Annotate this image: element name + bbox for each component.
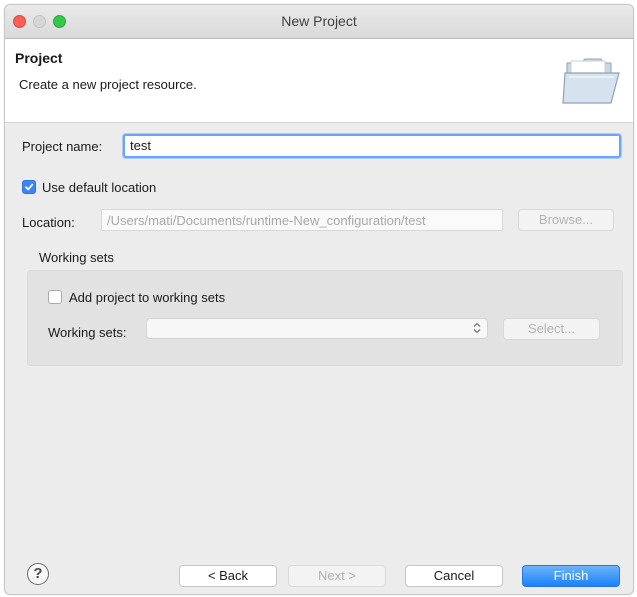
browse-button[interactable]: Browse... [518, 209, 614, 231]
project-name-input[interactable]: test [123, 134, 621, 158]
cancel-button[interactable]: Cancel [405, 565, 503, 587]
up-down-chevron-icon [473, 322, 481, 335]
add-to-working-sets-checkbox[interactable] [48, 290, 62, 304]
folder-icon [561, 51, 623, 109]
new-project-dialog: New Project Project Create a new project… [4, 4, 634, 595]
add-to-working-sets-label: Add project to working sets [69, 290, 226, 305]
back-button[interactable]: < Back [179, 565, 277, 587]
window-title: New Project [281, 13, 357, 29]
use-default-location-checkbox[interactable] [22, 180, 36, 194]
next-button[interactable]: Next > [288, 565, 386, 587]
page-description: Create a new project resource. [19, 77, 197, 92]
project-name-label: Project name: [22, 139, 103, 154]
working-sets-label: Working sets: [48, 325, 127, 340]
location-input[interactable]: /Users/mati/Documents/runtime-New_config… [101, 209, 503, 231]
finish-button[interactable]: Finish [522, 565, 620, 587]
select-working-sets-button[interactable]: Select... [503, 318, 600, 340]
title-bar[interactable]: New Project [5, 5, 633, 39]
use-default-location-label: Use default location [42, 180, 157, 195]
checkmark-icon [25, 183, 34, 191]
working-sets-select[interactable] [146, 318, 488, 339]
help-icon[interactable]: ? [27, 563, 49, 585]
wizard-header: Project Create a new project resource. [5, 39, 633, 123]
page-title: Project [15, 50, 63, 66]
working-sets-group-title: Working sets [39, 250, 114, 265]
location-label: Location: [22, 215, 75, 230]
